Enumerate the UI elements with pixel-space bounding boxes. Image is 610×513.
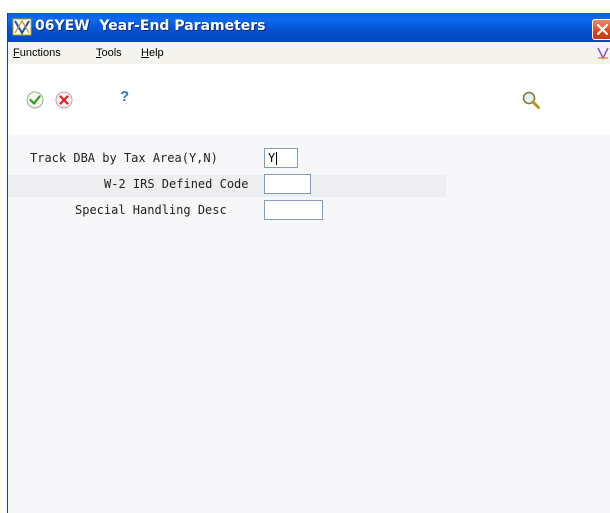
track-dba-input[interactable]: Y xyxy=(264,148,298,168)
menu-tools[interactable]: Tools xyxy=(96,47,122,59)
app-logo-small-icon xyxy=(597,47,609,60)
text-caret xyxy=(276,152,278,165)
track-dba-value: Y xyxy=(268,151,276,165)
special-handling-label: Special Handling Desc xyxy=(75,203,227,217)
menu-bar: Functions Tools Help xyxy=(8,42,610,65)
help-icon[interactable]: ? xyxy=(120,88,129,105)
window-title: 06YEW Year-End Parameters xyxy=(35,18,266,34)
track-dba-label: Track DBA by Tax Area(Y,N) xyxy=(30,151,218,165)
menu-help[interactable]: Help xyxy=(141,47,164,59)
w2-irs-code-label: W-2 IRS Defined Code xyxy=(104,177,249,191)
title-bar[interactable]: 06YEW Year-End Parameters xyxy=(8,13,610,42)
special-handling-input[interactable] xyxy=(264,200,323,220)
close-icon xyxy=(596,23,609,36)
menu-functions[interactable]: Functions xyxy=(13,47,61,59)
menu-help-label: elp xyxy=(148,47,164,59)
close-button[interactable] xyxy=(592,19,610,40)
window-title-text: Year-End Parameters xyxy=(99,18,266,34)
form-area: Track DBA by Tax Area(Y,N) Y W-2 IRS Def… xyxy=(8,135,610,513)
cancel-icon[interactable] xyxy=(54,90,74,110)
menu-tools-label: ools xyxy=(101,47,122,59)
window-title-code: 06YEW xyxy=(35,18,90,34)
menu-help-mnemonic: H xyxy=(141,47,149,59)
toolbar: ? xyxy=(8,64,610,135)
w2-irs-code-input[interactable] xyxy=(264,174,311,194)
checkmark-icon[interactable] xyxy=(25,90,45,110)
magnifier-icon[interactable] xyxy=(521,90,541,110)
app-logo-icon xyxy=(12,18,32,36)
menu-functions-mnemonic: F xyxy=(13,47,20,59)
menu-functions-label: unctions xyxy=(19,47,61,59)
application-window: 06YEW Year-End Parameters Functions Tool… xyxy=(8,0,610,513)
